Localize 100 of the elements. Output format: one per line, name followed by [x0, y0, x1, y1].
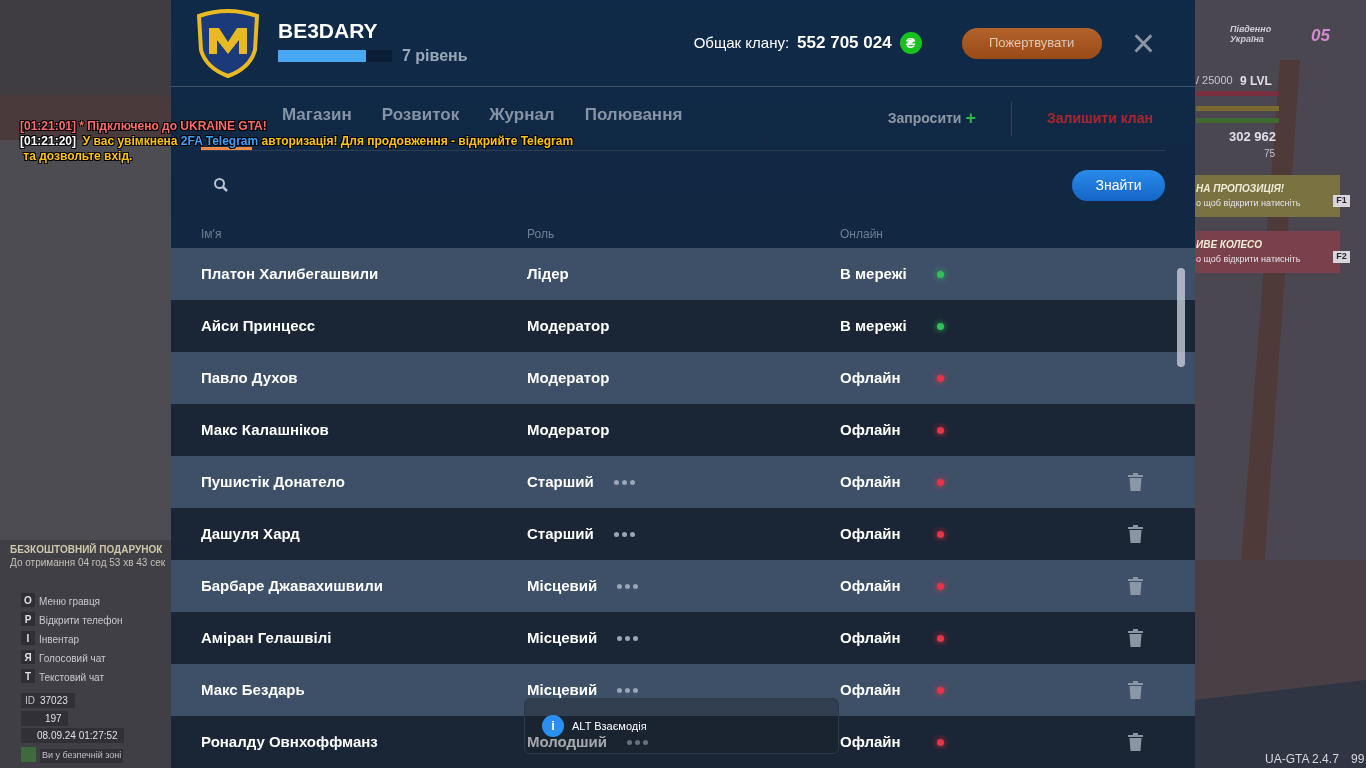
date-time: 08.09.24 01:27:52 [21, 728, 124, 743]
key-hint: P [21, 612, 35, 626]
status-text: Офлайн [840, 731, 902, 752]
more-icon[interactable] [617, 635, 639, 641]
treasury-label: Общак клану: [693, 32, 790, 53]
search-icon [213, 177, 229, 194]
tab[interactable]: Журнал [489, 105, 555, 125]
tab[interactable]: Полювання [584, 105, 683, 125]
member-role: Старший [527, 523, 594, 544]
hint-label: Відкрити телефон [39, 614, 123, 628]
player-id: ID 37023 [21, 693, 75, 708]
more-icon[interactable] [613, 479, 635, 485]
key-hint: F1 [1333, 195, 1350, 207]
status-text: Офлайн [840, 367, 902, 388]
member-name: Барбаре Джавахишвили [201, 575, 385, 596]
invite-button[interactable]: Запросити + [887, 105, 976, 133]
offer-hint: о щоб відкрити натисніть [1196, 253, 1301, 266]
hryvnia-icon: ₴ [899, 32, 922, 55]
status-text: Офлайн [840, 575, 902, 596]
column-header: Ім'я [201, 225, 223, 243]
member-name: Макс Бездарь [201, 679, 306, 700]
member-row[interactable]: Барбаре Джавахишвили Місцевий Офлайн [171, 560, 1195, 612]
member-name: Платон Халибегашвили [201, 263, 380, 284]
member-row[interactable]: Павло Духов Модератор Офлайн [171, 352, 1195, 404]
gift-timer: До отримання 04 год 53 хв 43 сек [10, 556, 166, 570]
trash-icon[interactable] [1128, 681, 1143, 699]
treasury-amount: 552 705 024 [797, 32, 892, 55]
xp-label: / 25000 [1196, 73, 1233, 88]
member-name: Дашуля Хард [201, 523, 301, 544]
member-role: Місцевий [527, 575, 598, 596]
member-row[interactable]: Айси Принцесс Модератор В мережі [171, 300, 1195, 352]
trash-icon[interactable] [1128, 525, 1143, 543]
coin-amount: 75 [1264, 147, 1276, 161]
level-label: 9 LVL [1240, 73, 1272, 90]
key-hint: O [21, 593, 35, 607]
key-hint: T [21, 669, 35, 683]
tab[interactable]: Магазин [282, 105, 352, 125]
tab[interactable]: Розвиток [381, 105, 460, 125]
member-name: Макс Калашніков [201, 419, 330, 440]
status-text: Офлайн [840, 419, 902, 440]
status-text: Офлайн [840, 679, 902, 700]
member-role: Лідер [527, 263, 569, 284]
key-hint: Я [21, 650, 35, 664]
version-label: UA-GTA 2.4.7 [1265, 752, 1339, 766]
region-label: Південно Україна [1230, 24, 1273, 44]
fps-counter: 99 [1351, 752, 1365, 766]
trash-icon[interactable] [1128, 577, 1143, 595]
more-icon[interactable] [617, 687, 639, 693]
hint-label: Текстовий чат [39, 671, 105, 685]
trash-icon[interactable] [1128, 473, 1143, 491]
gift-title: БЕЗКОШТОВНИЙ ПОДАРУНОК [10, 542, 163, 557]
find-button[interactable]: Знайти [1072, 169, 1165, 201]
chat-message: [01:21:01] * Підключено до UKRAINE GTA! [20, 119, 267, 134]
player-count: 197 [21, 711, 68, 726]
clan-crest-icon [195, 8, 261, 79]
chat-message: та дозвольте вхід. [22, 149, 133, 164]
member-role: Модератор [527, 367, 610, 388]
hint-label: Голосовий чат [39, 652, 106, 666]
offer-title: ИВЕ КОЛЕСО [1196, 238, 1263, 252]
member-role: Модератор [527, 419, 610, 440]
status-text: Офлайн [840, 627, 902, 648]
member-role: Модератор [527, 315, 610, 336]
more-icon[interactable] [627, 739, 649, 745]
close-button[interactable]: × [1131, 28, 1155, 59]
zone-label: Ви у безпечній зоні [40, 749, 124, 763]
key-hint: I [21, 631, 35, 645]
member-role: Місцевий [527, 627, 598, 648]
member-row[interactable]: Дашуля Хард Старший Офлайн [171, 508, 1195, 560]
toast-message: ALT Взаємодія [572, 718, 647, 734]
member-row[interactable]: Макс Калашніков Модератор Офлайн [171, 404, 1195, 456]
status-text: Офлайн [840, 523, 902, 544]
tab-underline[interactable] [201, 147, 252, 151]
clan-name: BE3DARY [278, 18, 379, 45]
member-name: Роналду Овнхоффманз [201, 731, 379, 752]
plus-icon: + [965, 105, 976, 133]
member-name: Павло Духов [201, 367, 299, 388]
member-name: Айси Принцесс [201, 315, 317, 336]
member-row[interactable]: Аміран Гелашвілі Місцевий Офлайн [171, 612, 1195, 664]
money-amount: 302 962 [1229, 128, 1276, 146]
hint-label: Інвентар [39, 633, 80, 647]
server-number: 05 [1311, 25, 1330, 47]
status-text: Офлайн [840, 471, 902, 492]
column-header: Роль [527, 225, 556, 243]
trash-icon[interactable] [1128, 629, 1143, 647]
scrollbar[interactable] [1177, 268, 1185, 367]
more-icon[interactable] [617, 583, 639, 589]
status-text: В мережі [840, 263, 908, 284]
status-text: В мережі [840, 315, 908, 336]
hint-label: Меню гравця [39, 595, 101, 609]
offer-hint: о щоб відкрити натисніть [1196, 197, 1301, 210]
more-icon[interactable] [613, 531, 635, 537]
chat-message: [01:21:20] У вас увімкнена 2FA Telegram авторизація! Для продовження - відкрийте Telegram [20, 134, 574, 149]
member-name: Пушистік Донатело [201, 471, 346, 492]
member-row[interactable]: Макс Бездарь Місцевий Офлайн [171, 664, 1195, 716]
trash-icon[interactable] [1128, 733, 1143, 751]
member-name: Аміран Гелашвілі [201, 627, 333, 648]
member-role: Місцевий [527, 679, 598, 700]
key-hint: F2 [1333, 251, 1350, 263]
member-row[interactable]: Платон Халибегашвили Лідер В мережі [171, 248, 1195, 300]
member-row[interactable]: Пушистік Донатело Старший Офлайн [171, 456, 1195, 508]
